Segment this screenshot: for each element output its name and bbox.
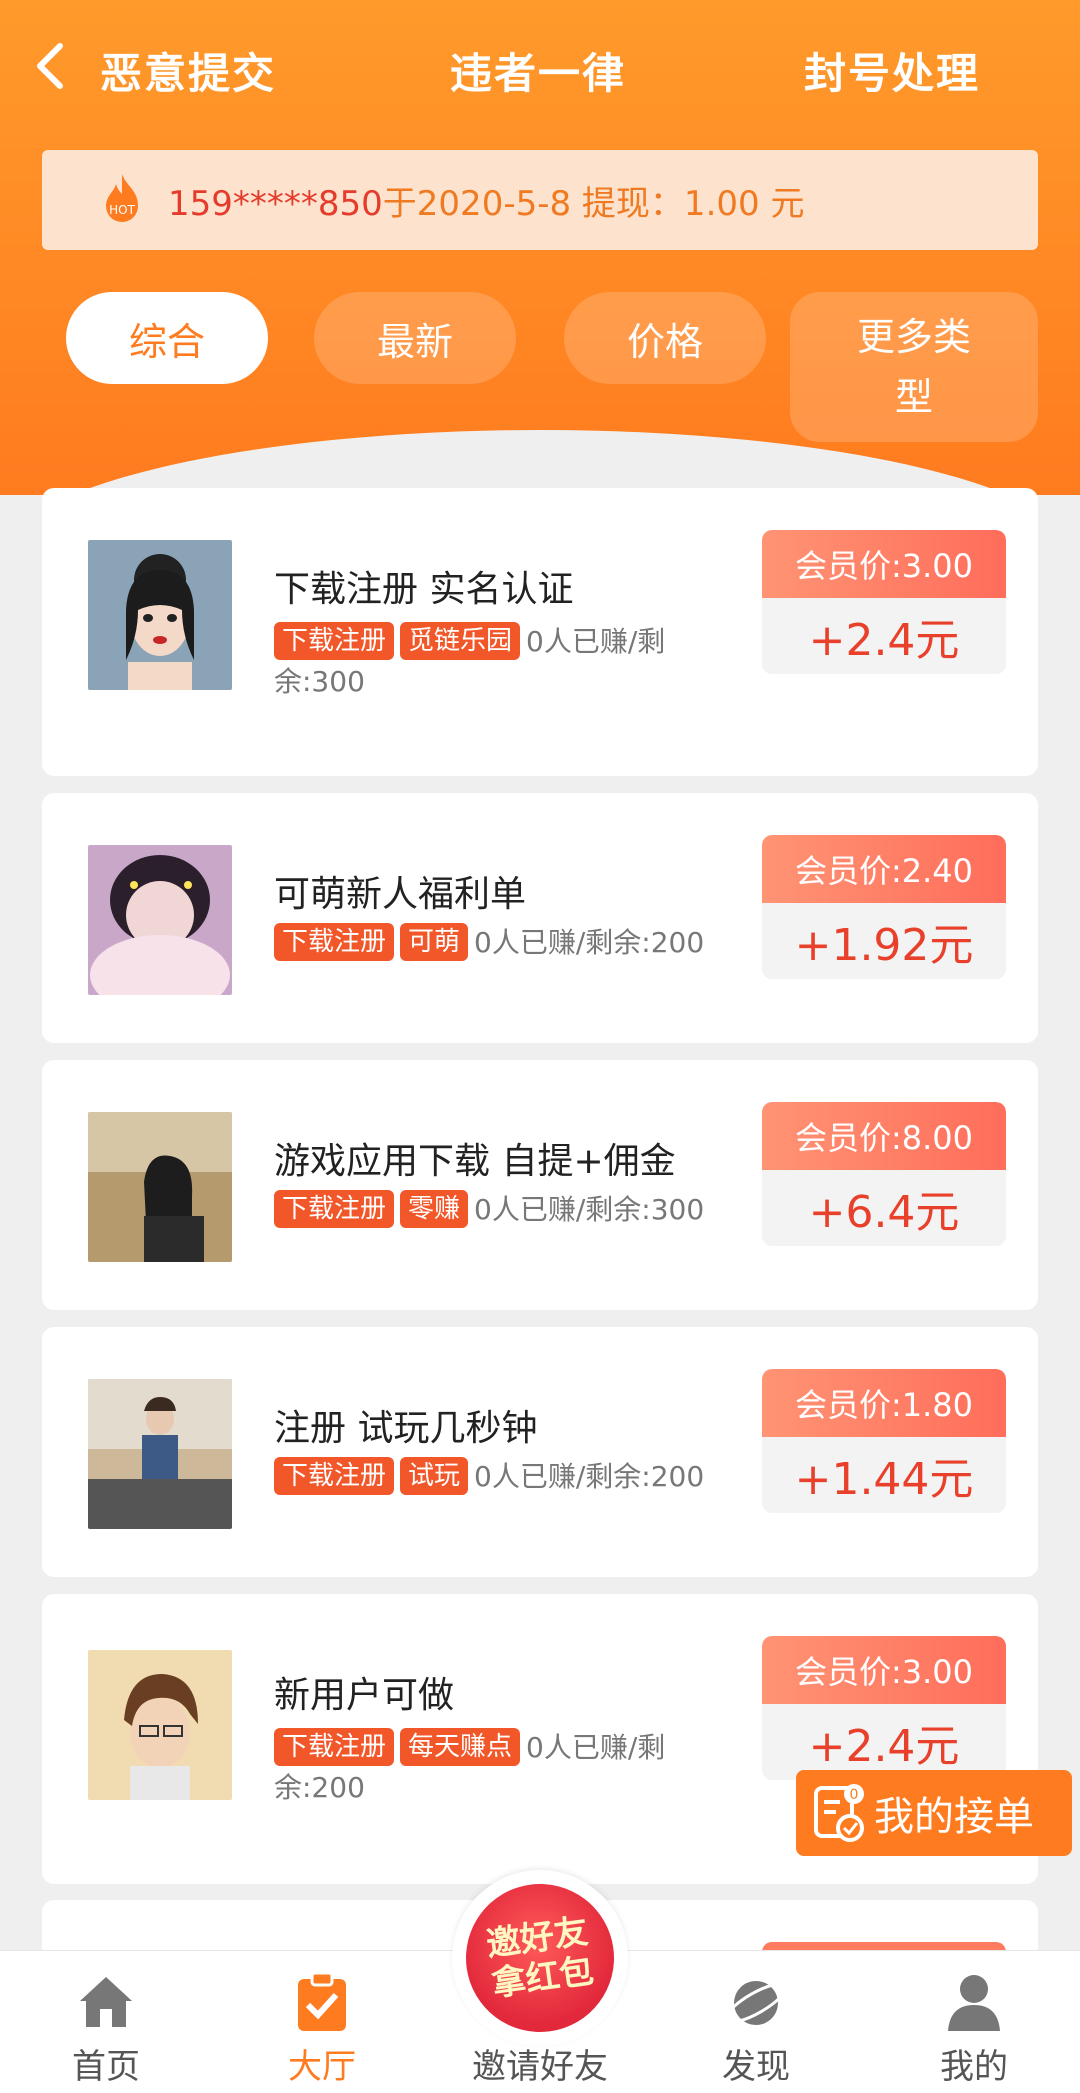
svg-text:HOT: HOT: [109, 203, 135, 217]
member-price: 会员价:3.00: [762, 1636, 1006, 1704]
my-orders-label: 我的接单: [874, 1794, 1034, 1840]
nav-label: 邀请好友: [472, 2047, 608, 2087]
task-tags: 下载注册 可萌 0人已赚/剩余:200: [274, 923, 734, 963]
task-card[interactable]: 注册 试玩几秒钟 下载注册 试玩 0人已赚/剩余:200 会员价:1.80 +1.4…: [42, 1327, 1038, 1577]
nav-label: 首页: [72, 2047, 140, 2087]
task-tag: 每天赚点: [400, 1728, 521, 1766]
price-box[interactable]: 会员价:2.40 +1.92元: [762, 835, 1006, 979]
task-avatar: [88, 1650, 232, 1800]
user-icon: [948, 1975, 1000, 2031]
nav-mine[interactable]: 我的: [874, 1951, 1074, 2093]
nav-hall[interactable]: 大厅: [222, 1951, 422, 2093]
task-tag: 觅链乐园: [400, 622, 521, 660]
invite-badge-text: 邀好友拿红包: [483, 1911, 597, 2005]
task-title: 可萌新人福利单: [274, 874, 527, 915]
my-orders-button[interactable]: 0 我的接单: [796, 1770, 1072, 1856]
task-card[interactable]: 游戏应用下载 自提+佣金 下载注册 零赚 0人已赚/剩余:300 会员价:8.00 …: [42, 1060, 1038, 1310]
task-title: 游戏应用下载 自提+佣金: [274, 1141, 676, 1182]
header-title-1: 恶意提交: [100, 49, 277, 98]
reward-amount: +1.92元: [794, 920, 974, 971]
task-tag: 可萌: [400, 923, 469, 961]
tab-more-types[interactable]: 更多类型: [790, 292, 1038, 442]
nav-label: 发现: [722, 2047, 790, 2087]
filter-tabs: 综合 最新 价格 更多类型: [0, 292, 1080, 442]
member-price: 会员价:1.80: [762, 1369, 1006, 1437]
task-tag: 零赚: [400, 1190, 469, 1228]
reward-amount: +6.4元: [808, 1187, 960, 1238]
header-title-2: 违者一律: [450, 49, 627, 98]
reward-amount: +2.4元: [808, 1721, 960, 1772]
task-avatar: [88, 1379, 232, 1529]
task-tag: 下载注册: [274, 923, 395, 961]
price-box[interactable]: 会员价:3.00 +2.4元: [762, 530, 1006, 674]
reward-amount: +1.44元: [794, 1454, 974, 1505]
tab-comprehensive[interactable]: 综合: [66, 292, 268, 384]
nav-discover[interactable]: 发现: [656, 1951, 856, 2093]
nav-label: 我的: [940, 2047, 1008, 2087]
notice-phone: 159*****850: [168, 183, 383, 224]
tab-price[interactable]: 价格: [564, 292, 766, 384]
notice-text: 159*****850于2020-5-8 提现：1.00 元: [168, 176, 804, 225]
reward-amount: +2.4元: [808, 615, 960, 666]
price-box[interactable]: 会员价:3.00 +2.4元: [762, 1636, 1006, 1780]
task-tag: 下载注册: [274, 1457, 395, 1495]
nav-label: 大厅: [288, 2047, 356, 2087]
task-title: 注册 试玩几秒钟: [274, 1408, 538, 1449]
task-tags: 下载注册 零赚 0人已赚/剩余:300: [274, 1190, 734, 1230]
task-tag: 下载注册: [274, 622, 395, 660]
task-tags: 下载注册 试玩 0人已赚/剩余:200: [274, 1457, 734, 1497]
order-list-icon: 0: [814, 1784, 864, 1842]
planet-icon: [724, 1981, 788, 2025]
task-tags: 下载注册 觅链乐园 0人已赚/剩余:300: [274, 622, 714, 702]
task-tags: 下载注册 每天赚点 0人已赚/剩余:200: [274, 1728, 714, 1808]
back-arrow-icon[interactable]: [30, 38, 70, 94]
task-tag: 试玩: [400, 1457, 469, 1495]
task-avatar: [88, 540, 232, 690]
task-tag: 下载注册: [274, 1190, 395, 1228]
invite-red-packet-badge: 邀好友拿红包: [456, 1874, 624, 2042]
task-card[interactable]: 可萌新人福利单 下载注册 可萌 0人已赚/剩余:200 会员价:2.40 +1.92…: [42, 793, 1038, 1043]
hot-flame-icon: HOT: [106, 174, 138, 222]
task-title: 下载注册 实名认证: [274, 569, 574, 610]
task-stat: 0人已赚/剩余:200: [474, 926, 705, 959]
tab-latest[interactable]: 最新: [314, 292, 516, 384]
task-stat: 0人已赚/剩余:200: [474, 1460, 705, 1493]
withdraw-notice-bar[interactable]: HOT 159*****850于2020-5-8 提现：1.00 元: [42, 150, 1038, 250]
task-stat: 0人已赚/剩余:300: [474, 1193, 705, 1226]
price-box[interactable]: 会员价:1.80 +1.44元: [762, 1369, 1006, 1513]
task-title: 新用户可做: [274, 1675, 455, 1716]
invite-red-packet-button[interactable]: 邀好友拿红包: [452, 1870, 628, 2046]
home-icon: [80, 1977, 132, 2027]
header-title-3: 封号处理: [804, 49, 981, 98]
member-price: 会员价:8.00: [762, 1102, 1006, 1170]
task-avatar: [88, 845, 232, 995]
member-price: 会员价:3.00: [762, 530, 1006, 598]
notice-detail: 于2020-5-8 提现：1.00 元: [382, 183, 805, 224]
task-card[interactable]: 下载注册 实名认证 下载注册 觅链乐园 0人已赚/剩余:300 会员价:3.00 +…: [42, 488, 1038, 776]
nav-home[interactable]: 首页: [6, 1951, 206, 2093]
price-box[interactable]: 会员价:8.00 +6.4元: [762, 1102, 1006, 1246]
orders-badge: 0: [850, 1787, 859, 1803]
task-avatar: [88, 1112, 232, 1262]
member-price: 会员价:2.40: [762, 835, 1006, 903]
task-tag: 下载注册: [274, 1728, 395, 1766]
top-bar: 恶意提交 违者一律 封号处理: [0, 30, 1080, 110]
clipboard-check-icon: [298, 1971, 346, 2031]
